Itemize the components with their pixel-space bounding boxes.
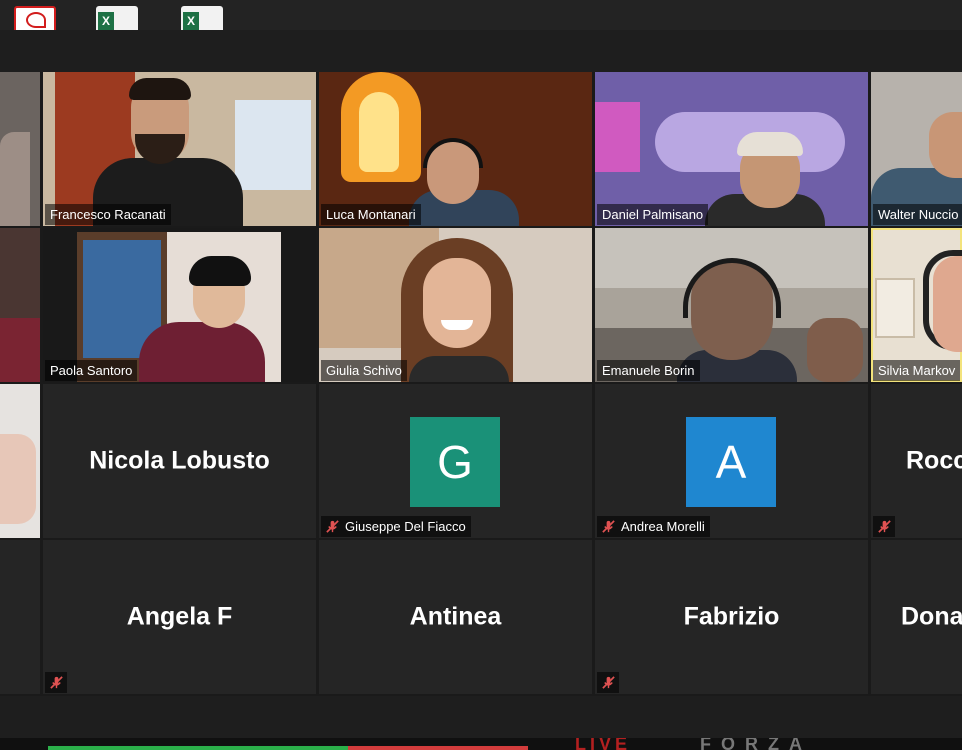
video-tile-daniel[interactable]: Daniel Palmisano bbox=[595, 72, 868, 226]
participant-smile bbox=[441, 320, 473, 330]
participant-hair bbox=[189, 256, 251, 286]
participant-face bbox=[423, 258, 491, 348]
name-tile-partial-left[interactable] bbox=[0, 540, 40, 694]
participant-name-label bbox=[597, 672, 619, 693]
participant-name: Luca Montanari bbox=[326, 207, 416, 222]
participant-hand bbox=[0, 434, 36, 524]
participant-display-name: Antinea bbox=[409, 602, 502, 631]
participant-hand bbox=[807, 318, 863, 382]
participant-name-label bbox=[873, 516, 895, 537]
participant-cap bbox=[737, 132, 803, 156]
microphone-muted-icon bbox=[602, 676, 615, 689]
banner-text-right: FORZA bbox=[700, 738, 812, 750]
participant-display-name: Nicola Lobusto bbox=[89, 446, 270, 475]
participant-video bbox=[0, 132, 30, 226]
participant-name-label: Giulia Schivo bbox=[321, 360, 407, 381]
video-tile-francesco[interactable]: Francesco Racanati bbox=[43, 72, 316, 226]
video-tile-emanuele[interactable]: Emanuele Borin bbox=[595, 228, 868, 382]
video-tile-luca[interactable]: Luca Montanari bbox=[319, 72, 592, 226]
participant-name: Giulia Schivo bbox=[326, 363, 402, 378]
participant-name-label: Silvia Markov bbox=[873, 360, 961, 381]
participant-body bbox=[409, 356, 509, 382]
participant-name-label: Francesco Racanati bbox=[45, 204, 171, 225]
banner-text-left: LIVE bbox=[575, 738, 632, 750]
video-tile-walter[interactable]: Walter Nuccio bbox=[871, 72, 962, 226]
participant-name: Francesco Racanati bbox=[50, 207, 166, 222]
participant-name-label: Walter Nuccio bbox=[873, 204, 962, 225]
name-tile-andrea[interactable]: A Andrea Morelli bbox=[595, 384, 868, 538]
avatar: G bbox=[410, 417, 500, 507]
pdf-file-icon[interactable] bbox=[14, 6, 56, 30]
meeting-top-bar bbox=[0, 30, 962, 72]
name-tile-angela[interactable]: Angela F bbox=[43, 540, 316, 694]
name-tile-antinea[interactable]: Antinea bbox=[319, 540, 592, 694]
name-tile-rocco[interactable]: Rocc bbox=[871, 384, 962, 538]
room-shelf bbox=[875, 278, 915, 338]
microphone-muted-icon bbox=[602, 520, 615, 533]
fireplace-flames-core bbox=[359, 92, 399, 172]
desktop-bottom-banner: LIVE FORZA bbox=[0, 738, 962, 750]
participant-headset bbox=[423, 138, 483, 168]
excel-file-icon[interactable] bbox=[96, 6, 138, 30]
participant-display-name: Angela F bbox=[126, 602, 233, 631]
name-tile-dona[interactable]: Dona bbox=[871, 540, 962, 694]
meeting-bottom-bar bbox=[0, 696, 962, 738]
participant-head bbox=[929, 112, 962, 178]
participant-name: Walter Nuccio bbox=[878, 207, 959, 222]
participant-body bbox=[139, 322, 265, 382]
video-tile-partial-left[interactable] bbox=[0, 384, 40, 538]
participant-display-name: Rocc bbox=[906, 446, 962, 475]
participant-name-label: Giuseppe Del Fiacco bbox=[321, 516, 471, 537]
participant-name: Andrea Morelli bbox=[621, 519, 705, 534]
avatar: A bbox=[686, 417, 776, 507]
participant-name-label: Luca Montanari bbox=[321, 204, 421, 225]
participant-name-label: Daniel Palmisano bbox=[597, 204, 709, 225]
excel-file-icon[interactable] bbox=[181, 6, 223, 30]
participant-name-label bbox=[45, 672, 67, 693]
video-tile-partial-left[interactable] bbox=[0, 72, 40, 226]
participant-name: Emanuele Borin bbox=[602, 363, 695, 378]
participant-name-label: Andrea Morelli bbox=[597, 516, 710, 537]
participant-name-label: Emanuele Borin bbox=[597, 360, 700, 381]
video-tile-paola[interactable]: Paola Santoro bbox=[43, 228, 316, 382]
microphone-muted-icon bbox=[878, 520, 891, 533]
participant-name-label: Paola Santoro bbox=[45, 360, 138, 381]
video-tile-silvia-active-speaker[interactable]: Silvia Markov bbox=[871, 228, 962, 382]
meeting-gallery-window: Francesco Racanati Luca Montanari Daniel… bbox=[0, 30, 962, 738]
participant-name: Paola Santoro bbox=[50, 363, 133, 378]
participant-name: Giuseppe Del Fiacco bbox=[345, 519, 466, 534]
name-tile-giuseppe[interactable]: G Giuseppe Del Fiacco bbox=[319, 384, 592, 538]
participant-display-name: Fabrizio bbox=[683, 602, 780, 631]
desktop-icon-strip bbox=[0, 0, 962, 30]
virtual-background-shelf bbox=[595, 102, 640, 172]
name-tile-nicola[interactable]: Nicola Lobusto bbox=[43, 384, 316, 538]
video-tile-partial-left[interactable] bbox=[0, 228, 40, 382]
progress-bar-green bbox=[48, 746, 348, 750]
wall-board bbox=[235, 100, 311, 190]
name-tile-fabrizio[interactable]: Fabrizio bbox=[595, 540, 868, 694]
participant-video bbox=[0, 318, 40, 382]
progress-bar-red bbox=[348, 746, 528, 750]
participant-name: Daniel Palmisano bbox=[602, 207, 704, 222]
participant-hair bbox=[129, 78, 191, 100]
participant-face bbox=[933, 256, 962, 352]
video-tile-giulia[interactable]: Giulia Schivo bbox=[319, 228, 592, 382]
participant-display-name: Dona bbox=[901, 602, 962, 631]
participant-name: Silvia Markov bbox=[878, 363, 956, 378]
microphone-muted-icon bbox=[326, 520, 339, 533]
microphone-muted-icon bbox=[50, 676, 63, 689]
